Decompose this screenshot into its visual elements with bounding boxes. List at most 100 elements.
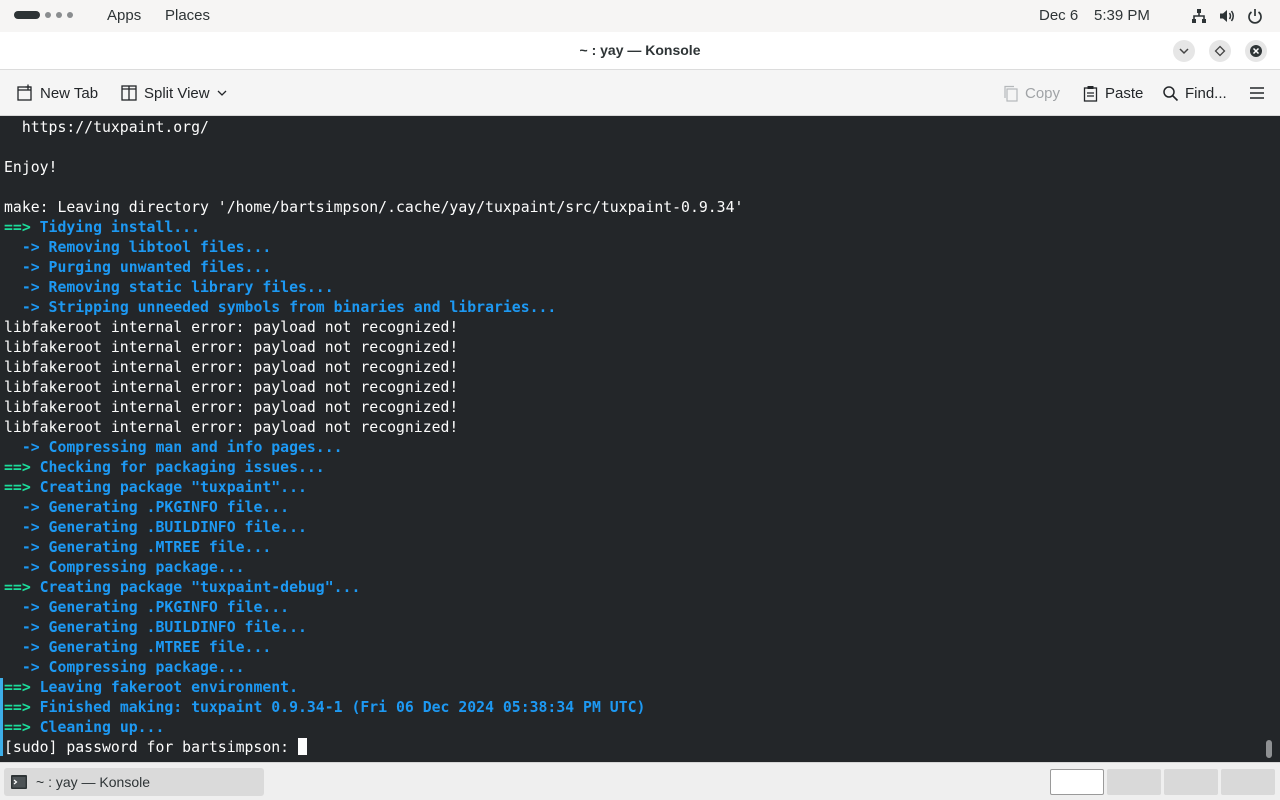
workspace-4[interactable] <box>1221 769 1275 795</box>
split-view-label: Split View <box>144 84 210 102</box>
maximize-button[interactable] <box>1209 40 1231 62</box>
terminal-line: libfakeroot internal error: payload not … <box>4 358 743 378</box>
terminal-line: -> Generating .BUILDINFO file... <box>4 618 743 638</box>
line-prefix: -> <box>4 439 40 456</box>
scrollbar-thumb[interactable] <box>1266 740 1272 758</box>
volume-icon[interactable] <box>1218 7 1236 25</box>
line-prefix: -> <box>4 659 40 676</box>
terminal-line: ==> Leaving fakeroot environment. <box>4 678 743 698</box>
terminal-line: -> Generating .BUILDINFO file... <box>4 518 743 538</box>
split-view-button[interactable]: Split View <box>120 82 228 104</box>
line-text: Generating .MTREE file... <box>39 639 272 656</box>
workspace-1[interactable] <box>1050 769 1104 795</box>
terminal-line: -> Stripping unneeded symbols from binar… <box>4 298 743 318</box>
terminal-line: ==> Checking for packaging issues... <box>4 458 743 478</box>
line-prefix: -> <box>4 259 40 276</box>
line-text: libfakeroot internal error: payload not … <box>4 379 459 396</box>
line-prefix: -> <box>4 299 40 316</box>
line-prefix: -> <box>4 279 40 296</box>
terminal-line: libfakeroot internal error: payload not … <box>4 398 743 418</box>
apps-menu[interactable]: Apps <box>107 6 141 26</box>
search-icon <box>1163 85 1179 101</box>
paste-label: Paste <box>1105 84 1144 102</box>
clock-time[interactable]: 5:39 PM <box>1094 6 1150 26</box>
line-prefix: -> <box>4 519 40 536</box>
terminal-line: -> Generating .PKGINFO file... <box>4 498 743 518</box>
hamburger-menu-button[interactable] <box>1248 82 1266 104</box>
line-prefix: -> <box>4 239 40 256</box>
line-prefix: -> <box>4 539 40 556</box>
clock-date[interactable]: Dec 6 <box>1039 6 1078 26</box>
active-workspace-pill <box>14 11 40 19</box>
line-text: Stripping unneeded symbols from binaries… <box>39 299 557 316</box>
workspace-2[interactable] <box>1107 769 1161 795</box>
terminal-line: Enjoy! <box>4 158 743 178</box>
taskbar-konsole-window[interactable]: ~ : yay — Konsole <box>4 768 264 796</box>
line-text: Removing static library files... <box>39 279 334 296</box>
line-text: Leaving fakeroot environment. <box>30 679 298 696</box>
line-text: Purging unwanted files... <box>39 259 272 276</box>
line-text: Generating .MTREE file... <box>39 539 272 556</box>
sudo-prompt-line[interactable]: [sudo] password for bartsimpson: <box>4 738 743 758</box>
line-prefix: ==> <box>4 679 31 696</box>
line-text: Compressing man and info pages... <box>39 439 343 456</box>
power-icon[interactable] <box>1246 7 1264 25</box>
close-icon <box>1250 45 1262 57</box>
line-text: Compressing package... <box>39 659 245 676</box>
bottom-taskbar: ~ : yay — Konsole <box>0 762 1280 800</box>
line-prefix: -> <box>4 559 40 576</box>
copy-icon <box>1004 85 1018 102</box>
line-text: libfakeroot internal error: payload not … <box>4 319 459 336</box>
terminal-line: ==> Cleaning up... <box>4 718 743 738</box>
line-prefix: ==> <box>4 459 31 476</box>
terminal-line: libfakeroot internal error: payload not … <box>4 418 743 438</box>
paste-icon <box>1083 85 1098 102</box>
line-prefix: ==> <box>4 479 31 496</box>
terminal-line: -> Generating .PKGINFO file... <box>4 598 743 618</box>
network-icon[interactable] <box>1190 7 1208 25</box>
terminal-line: -> Purging unwanted files... <box>4 258 743 278</box>
diamond-icon <box>1214 45 1226 57</box>
split-view-icon <box>121 85 137 101</box>
terminal-line: ==> Creating package "tuxpaint"... <box>4 478 743 498</box>
terminal-view[interactable]: https://tuxpaint.org/Enjoy! make: Leaving… <box>0 116 1280 762</box>
line-text: Finished making: tuxpaint 0.9.34-1 (Fri … <box>30 699 646 716</box>
new-tab-icon <box>17 84 32 101</box>
line-text: libfakeroot internal error: payload not … <box>4 339 459 356</box>
places-menu[interactable]: Places <box>165 6 210 26</box>
window-titlebar[interactable]: ~ : yay — Konsole <box>0 32 1280 70</box>
line-text: Compressing package... <box>39 559 245 576</box>
line-text: libfakeroot internal error: payload not … <box>4 399 459 416</box>
line-prefix: -> <box>4 599 40 616</box>
find-button[interactable]: Find... <box>1162 82 1227 104</box>
copy-button[interactable]: Copy <box>1002 82 1060 104</box>
new-tab-button[interactable]: New Tab <box>16 82 98 104</box>
paste-button[interactable]: Paste <box>1082 82 1143 104</box>
activities-indicator[interactable] <box>14 11 73 19</box>
line-text: Enjoy! <box>4 159 58 176</box>
text-cursor <box>297 738 307 755</box>
new-tab-label: New Tab <box>40 84 99 102</box>
window-title: ~ : yay — Konsole <box>579 42 701 58</box>
taskbar-konsole-label: ~ : yay — Konsole <box>36 774 151 790</box>
workspace-3[interactable] <box>1164 769 1218 795</box>
terminal-line: -> Compressing package... <box>4 558 743 578</box>
terminal-line: -> Removing libtool files... <box>4 238 743 258</box>
line-text: Generating .PKGINFO file... <box>39 599 290 616</box>
minimize-button[interactable] <box>1173 40 1195 62</box>
line-text: Creating package "tuxpaint-debug"... <box>30 579 361 596</box>
line-prefix: -> <box>4 619 40 636</box>
selection-marker <box>0 678 3 756</box>
line-prefix: -> <box>4 639 40 656</box>
line-text: Tidying install... <box>30 219 200 236</box>
line-text: Creating package "tuxpaint"... <box>30 479 307 496</box>
workspace-dot <box>45 12 51 18</box>
line-prefix: -> <box>4 499 40 516</box>
line-text: libfakeroot internal error: payload not … <box>4 359 459 376</box>
line-text: Generating .PKGINFO file... <box>39 499 290 516</box>
line-text: Removing libtool files... <box>39 239 272 256</box>
close-button[interactable] <box>1245 40 1267 62</box>
hamburger-menu-icon <box>1250 87 1264 99</box>
line-prefix: ==> <box>4 719 31 736</box>
